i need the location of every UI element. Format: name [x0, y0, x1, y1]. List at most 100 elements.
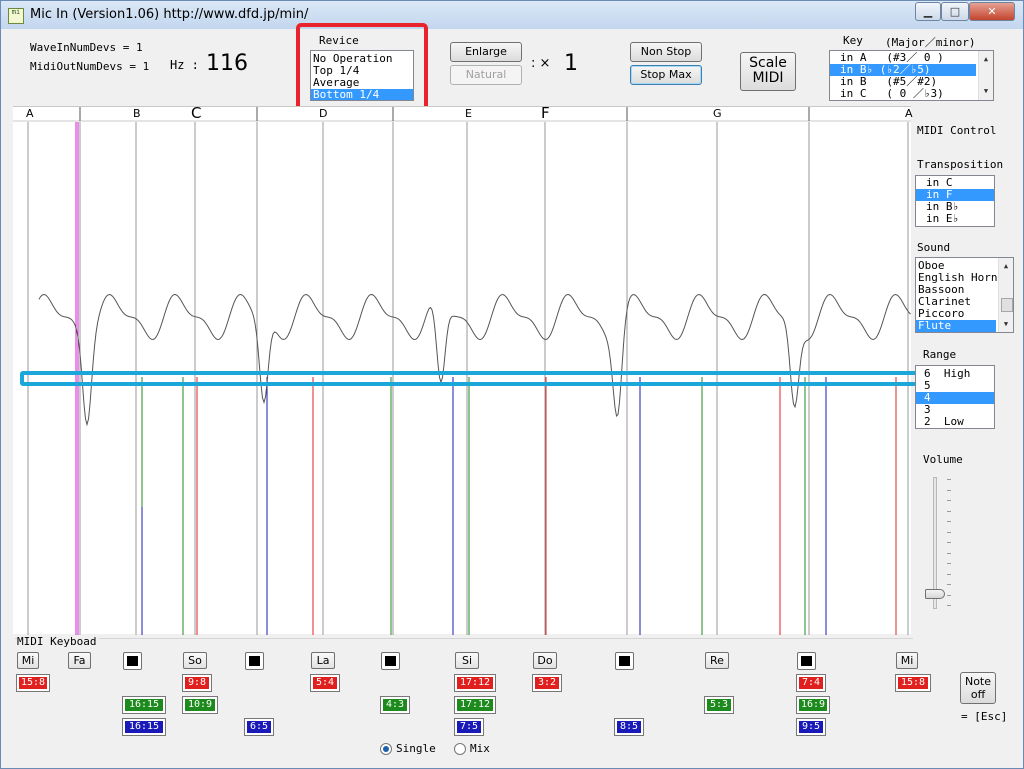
volume-tick — [947, 531, 951, 533]
scroll-thumb[interactable] — [1001, 298, 1013, 312]
key-la[interactable]: La — [311, 652, 335, 669]
close-icon: ✕ — [987, 5, 997, 18]
midi-label: MIDI — [752, 70, 784, 86]
volume-tick — [947, 500, 951, 501]
key-listbox[interactable]: in A (#3／ 0 ) in B♭ (♭2／♭5) in B (#5／#2)… — [829, 50, 994, 101]
ratio-badge[interactable]: 7:5 — [454, 718, 484, 736]
close-button[interactable]: ✕ — [969, 2, 1015, 21]
ratio-badge[interactable]: 15:8 — [895, 674, 931, 692]
volume-tick — [947, 584, 951, 585]
maximize-icon: □ — [949, 5, 961, 18]
volume-tick — [947, 542, 951, 543]
sound-scrollbar[interactable]: ▲ ▼ — [998, 258, 1013, 332]
key-fa[interactable]: Fa — [68, 652, 91, 669]
note-header-label: A — [905, 107, 913, 120]
maximize-button[interactable]: □ — [941, 2, 969, 21]
ratio-badge[interactable]: 17:12 — [454, 674, 496, 692]
transposition-label: Transposition — [917, 158, 1004, 171]
non-stop-button[interactable]: Non Stop — [630, 42, 702, 62]
ratio-badge[interactable]: 6:5 — [244, 718, 274, 736]
key-black-2[interactable] — [245, 652, 264, 670]
scale-midi-button[interactable]: Scale MIDI — [740, 52, 796, 91]
volume-slider[interactable] — [921, 475, 961, 615]
ratio-badge[interactable]: 16:9 — [796, 696, 830, 714]
key-black-5[interactable] — [797, 652, 816, 670]
ratio-badge[interactable]: 3:2 — [532, 674, 562, 692]
ratio-badge[interactable]: 16:15 — [122, 718, 166, 736]
transposition-option[interactable]: in E♭ — [916, 213, 994, 225]
threshold-highlight-box — [20, 371, 921, 386]
keyboard-divider — [15, 638, 913, 639]
range-listbox[interactable]: 6 High 5 4 3 2 Low — [915, 365, 995, 429]
key-si[interactable]: Si — [455, 652, 479, 669]
minimize-button[interactable]: ▁ — [915, 2, 941, 21]
volume-tick — [947, 552, 951, 554]
ratio-badge[interactable]: 4:3 — [380, 696, 410, 714]
title-bar[interactable]: mi Mic In (Version1.06) http://www.dfd.j… — [1, 1, 1023, 29]
key-re[interactable]: Re — [705, 652, 729, 669]
midi-keyboard-label: MIDI Keyboad — [17, 635, 100, 648]
note-header-label: C — [191, 104, 202, 122]
volume-tick — [947, 563, 951, 564]
ratio-badge[interactable]: 15:8 — [16, 674, 50, 692]
sound-label: Sound — [917, 241, 951, 254]
scroll-down-icon[interactable]: ▼ — [999, 320, 1013, 328]
transposition-listbox[interactable]: in C in F in B♭ in E♭ — [915, 175, 995, 227]
ratio-badge[interactable]: 9:8 — [182, 674, 212, 692]
scroll-up-icon[interactable]: ▲ — [999, 262, 1013, 270]
mix-radio[interactable] — [454, 743, 466, 755]
sound-listbox[interactable]: Oboe English Horn Bassoon Clarinet Picco… — [915, 257, 1014, 333]
ratio-badge[interactable]: 8:5 — [614, 718, 644, 736]
scroll-up-icon[interactable]: ▲ — [979, 55, 993, 63]
ratio-badge[interactable]: 7:4 — [796, 674, 826, 692]
volume-label: Volume — [923, 453, 963, 466]
single-radio[interactable] — [380, 743, 392, 755]
note-header-label: A — [26, 107, 34, 120]
note-off-shortcut: = [Esc] — [961, 710, 1008, 723]
ratio-badge[interactable]: 17:12 — [454, 696, 496, 714]
key-sublabel: (Major／minor) — [885, 36, 976, 49]
ratio-badge[interactable]: 9:5 — [796, 718, 826, 736]
midi-control-label: MIDI Control — [917, 124, 997, 137]
volume-thumb[interactable] — [925, 588, 945, 599]
enlarge-button[interactable]: Enlarge — [450, 42, 522, 62]
key-black-3[interactable] — [381, 652, 400, 670]
key-black-1[interactable] — [123, 652, 142, 670]
window-title: Mic In (Version1.06) http://www.dfd.jp/m… — [30, 7, 309, 22]
mix-label: Mix — [470, 742, 490, 755]
zoom-times-label: : × — [531, 56, 551, 71]
range-label: Range — [923, 348, 957, 361]
natural-button[interactable]: Natural — [450, 65, 522, 85]
ratio-badge[interactable]: 10:9 — [182, 696, 218, 714]
waveform-plot: ABCDEFGA — [13, 104, 913, 635]
hz-value: 116 — [206, 51, 248, 76]
scroll-down-icon[interactable]: ▼ — [979, 87, 993, 95]
key-mi-high[interactable]: Mi — [896, 652, 918, 669]
volume-tick — [947, 605, 951, 606]
volume-tick — [947, 521, 951, 522]
note-header-label: D — [319, 107, 328, 120]
note-off-button[interactable]: Note off — [960, 672, 996, 704]
range-option[interactable]: 2 Low — [916, 416, 994, 428]
sound-option-selected[interactable]: Flute — [916, 320, 996, 332]
main-window: mi Mic In (Version1.06) http://www.dfd.j… — [0, 0, 1024, 769]
ratio-badge[interactable]: 16:15 — [122, 696, 166, 714]
ratio-badge[interactable]: 5:4 — [310, 674, 340, 692]
key-scrollbar[interactable]: ▲ ▼ — [978, 51, 993, 100]
zoom-factor: 1 — [564, 51, 578, 76]
stop-max-button[interactable]: Stop Max — [630, 65, 702, 85]
volume-tick — [947, 479, 951, 480]
note-header-label: G — [713, 107, 722, 120]
app-icon[interactable]: mi — [8, 8, 24, 24]
key-mi-low[interactable]: Mi — [17, 652, 39, 669]
key-do[interactable]: Do — [533, 652, 557, 669]
key-label: Key — [843, 34, 863, 47]
ratio-badge[interactable]: 5:3 — [704, 696, 734, 714]
note-header-label: B — [133, 107, 141, 120]
key-so[interactable]: So — [183, 652, 207, 669]
scale-label: Scale — [749, 55, 787, 71]
key-option[interactable]: in C ( 0 ／♭3) — [830, 88, 993, 100]
revice-highlight-box — [296, 23, 428, 111]
note-header-label: F — [541, 104, 550, 122]
key-black-4[interactable] — [615, 652, 634, 670]
